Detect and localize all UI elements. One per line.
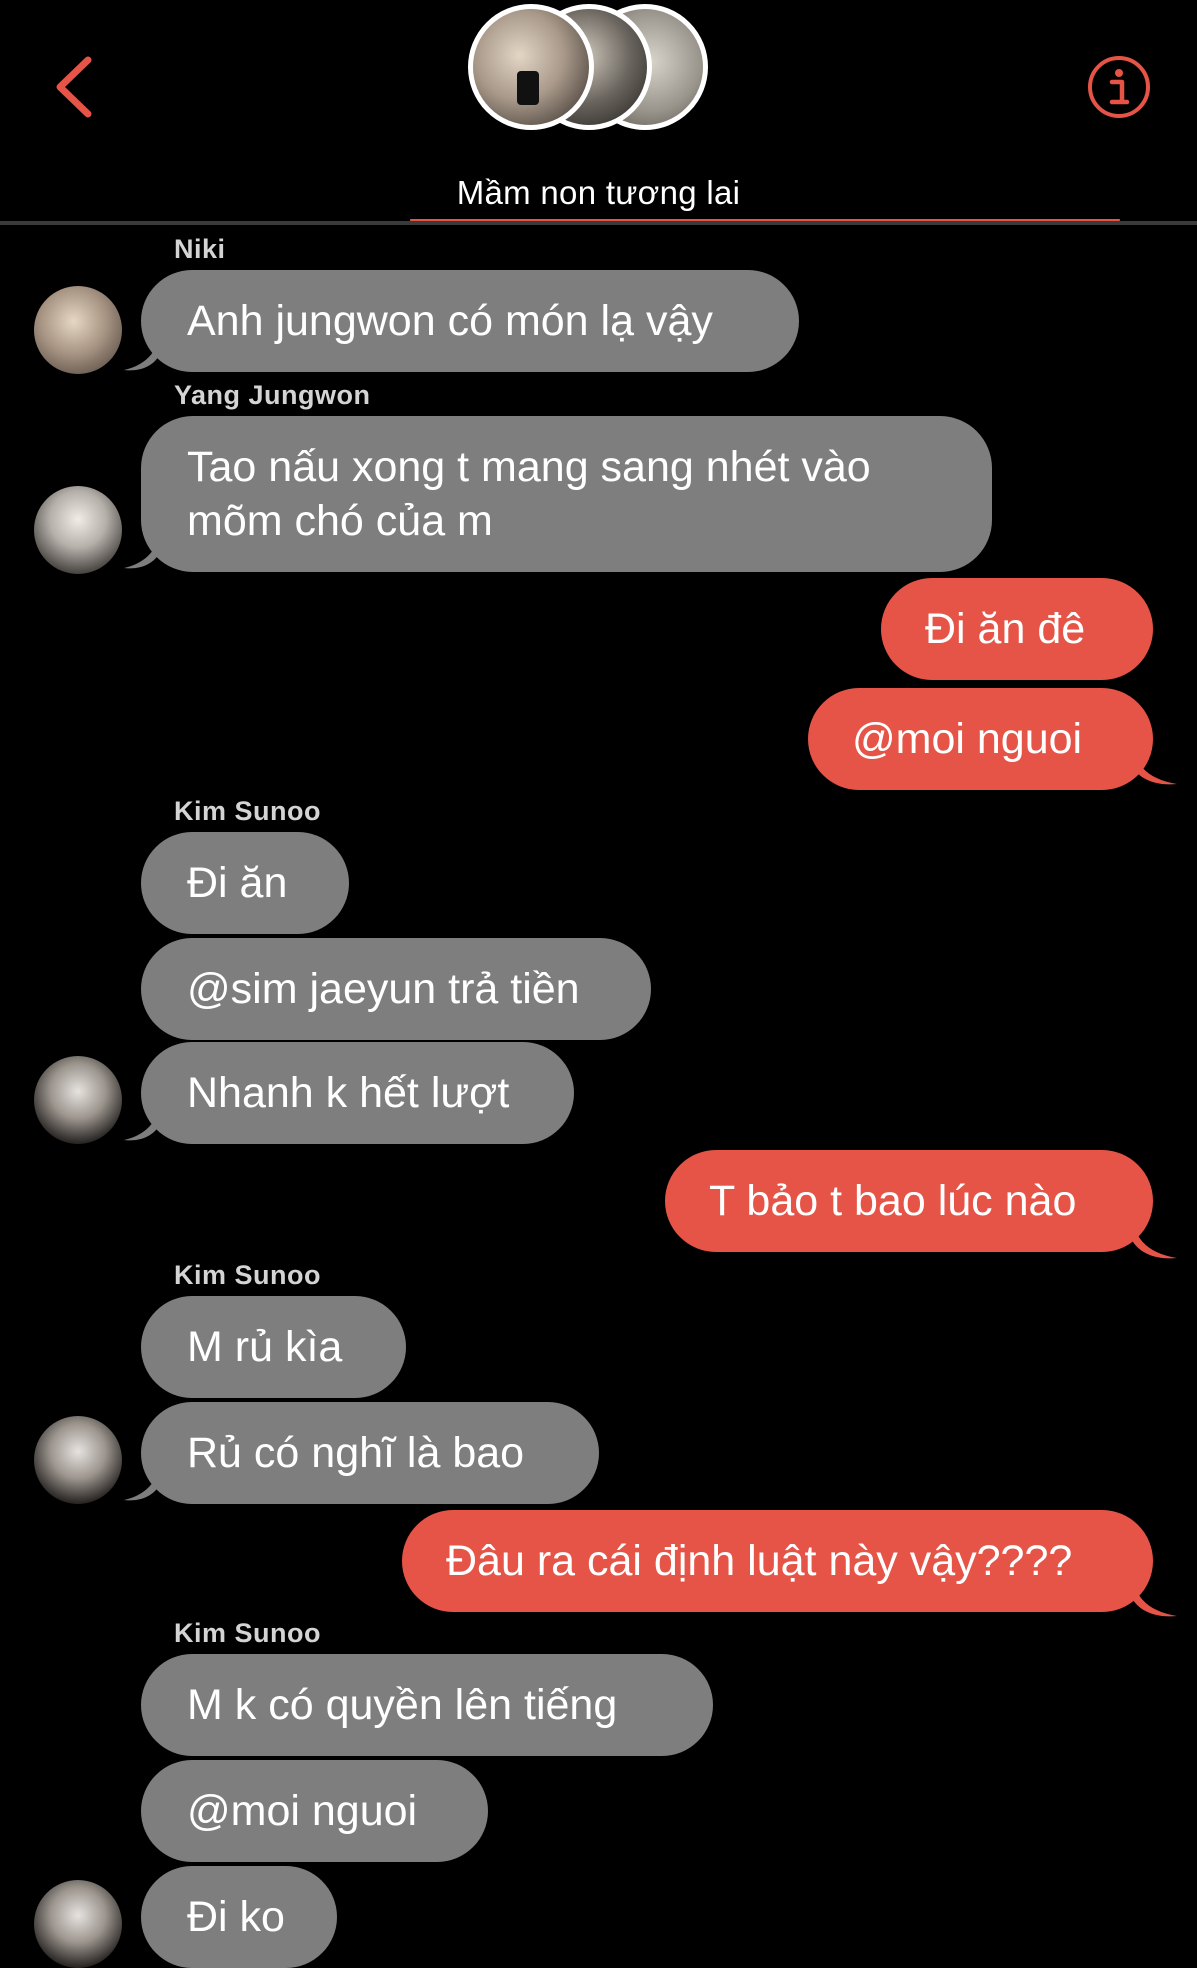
- sender-name: Kim Sunoo: [174, 796, 321, 826]
- avatar-niki[interactable]: [34, 286, 122, 374]
- info-icon: [1088, 56, 1150, 118]
- sender-name: Niki: [174, 234, 226, 264]
- message-text-line: mõm chó của m: [187, 497, 493, 545]
- avatar-kim-sunoo[interactable]: [34, 1880, 122, 1968]
- message-text: M rủ kìa: [187, 1323, 343, 1371]
- message-text: Rủ có nghĩ là bao: [187, 1429, 525, 1477]
- message-bubble-received[interactable]: Rủ có nghĩ là bao: [141, 1402, 599, 1504]
- message-bubble-sent[interactable]: Đâu ra cái định luật này vậy????: [402, 1510, 1153, 1612]
- message-bubble-received[interactable]: M k có quyền lên tiếng: [141, 1654, 713, 1756]
- message-text: Anh jungwon có món lạ vậy: [187, 297, 713, 345]
- message-bubble-sent[interactable]: Đi ăn đê: [881, 578, 1153, 680]
- message-bubble-received[interactable]: Đi ăn: [141, 832, 349, 934]
- avatar-kim-sunoo[interactable]: [34, 1056, 122, 1144]
- message-text: M k có quyền lên tiếng: [187, 1681, 618, 1729]
- message-bubble-received[interactable]: @moi nguoi: [141, 1760, 488, 1862]
- message-bubble-sent[interactable]: T bảo t bao lúc nào: [665, 1150, 1153, 1252]
- avatar-kim-sunoo[interactable]: [34, 1416, 122, 1504]
- info-button[interactable]: [1086, 54, 1152, 120]
- group-name[interactable]: Mầm non tương lai: [0, 174, 1197, 212]
- message-text: Đi ko: [187, 1893, 285, 1941]
- group-member-avatar-1: [468, 4, 594, 130]
- message-text: @moi nguoi: [852, 715, 1083, 763]
- back-button[interactable]: [50, 52, 110, 122]
- sender-name: Yang Jungwon: [174, 380, 371, 410]
- chat-header: Mầm non tương lai: [0, 0, 1197, 222]
- avatar-yang-jungwon[interactable]: [34, 486, 122, 574]
- message-text: T bảo t bao lúc nào: [709, 1177, 1077, 1225]
- message-bubble-received[interactable]: Đi ko: [141, 1866, 337, 1968]
- sender-name: Kim Sunoo: [174, 1260, 321, 1290]
- message-text: Đâu ra cái định luật này vậy????: [446, 1537, 1073, 1585]
- message-text: Đi ăn đê: [925, 605, 1086, 653]
- message-text: @moi nguoi: [187, 1787, 418, 1835]
- message-bubble-received[interactable]: Anh jungwon có món lạ vậy: [141, 270, 799, 372]
- message-text: Đi ăn: [187, 859, 288, 907]
- chevron-left-icon: [56, 56, 92, 118]
- message-bubble-received[interactable]: Tao nấu xong t mang sang nhét vào mõm ch…: [141, 416, 992, 572]
- group-avatar-stack[interactable]: [468, 4, 708, 136]
- message-bubble-received[interactable]: Nhanh k hết lượt: [141, 1042, 574, 1144]
- message-text: Nhanh k hết lượt: [187, 1069, 510, 1117]
- header-divider: [0, 221, 1197, 225]
- message-bubble-received[interactable]: @sim jaeyun trả tiền: [141, 938, 651, 1040]
- sender-name: Kim Sunoo: [174, 1618, 321, 1648]
- message-bubble-received[interactable]: M rủ kìa: [141, 1296, 406, 1398]
- message-text-line: Tao nấu xong t mang sang nhét vào: [187, 443, 871, 491]
- message-bubble-sent[interactable]: @moi nguoi: [808, 688, 1153, 790]
- message-text: @sim jaeyun trả tiền: [187, 965, 580, 1013]
